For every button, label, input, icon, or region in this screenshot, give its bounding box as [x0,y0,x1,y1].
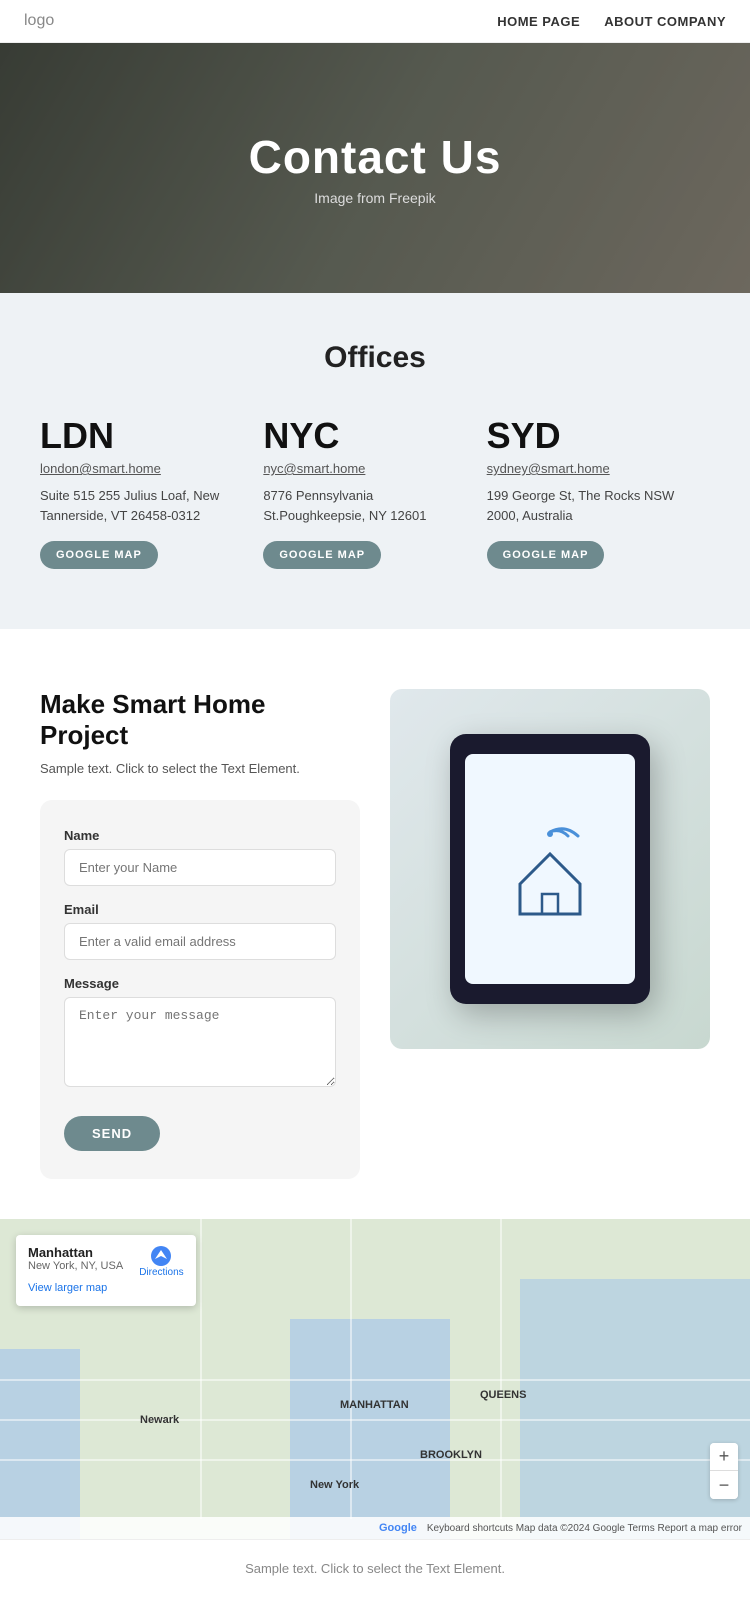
map-water-sound [520,1279,750,1539]
map-road-v1 [200,1219,202,1519]
map-popup-subtitle: New York, NY, USA [28,1260,123,1272]
google-map-btn-syd[interactable]: GOOGLE MAP [487,541,605,569]
map-zoom-controls: + − [710,1443,738,1499]
hero-sub-prefix: Image from [314,190,389,206]
name-label: Name [64,828,336,843]
name-group: Name [64,828,336,886]
send-button[interactable]: SEND [64,1116,160,1151]
office-card-syd: SYD sydney@smart.home 199 George St, The… [487,415,710,569]
directions-icon [150,1245,172,1267]
office-email-nyc[interactable]: nyc@smart.home [263,461,466,476]
nav-links: HOME PAGE ABOUT COMPANY [497,14,726,29]
map-label-newark: Newark [140,1414,179,1426]
contact-section: Make Smart Home Project Sample text. Cli… [0,629,750,1219]
hero-title: Contact Us [249,130,502,184]
footer-text: Sample text. Click to select the Text El… [245,1561,505,1576]
map-road-v3 [500,1219,502,1519]
map-water-hudson [0,1349,80,1539]
directions-area: Directions [139,1245,183,1278]
hero-subtitle: Image from Freepik [249,190,502,206]
message-group: Message [64,976,336,1092]
offices-grid: LDN london@smart.home Suite 515 255 Juli… [40,415,710,569]
message-label: Message [64,976,336,991]
map-road-v2 [350,1219,352,1519]
map-road-2 [0,1419,750,1421]
map-road-3 [0,1459,750,1461]
map-background: MANHATTAN New York BROOKLYN QUEENS Newar… [0,1219,750,1539]
name-input[interactable] [64,849,336,886]
map-water-east-river [290,1319,450,1539]
contact-image [390,689,710,1049]
contact-left: Make Smart Home Project Sample text. Cli… [40,689,360,1179]
office-address-syd: 199 George St, The Rocks NSW 2000, Austr… [487,486,690,525]
map-view-larger[interactable]: View larger map [28,1282,107,1294]
map-label-newyork: New York [310,1479,359,1491]
map-popup: Manhattan New York, NY, USA View larger … [16,1235,196,1306]
office-code-ldn: LDN [40,415,243,457]
freepik-link[interactable]: Freepik [389,190,436,206]
navbar: logo HOME PAGE ABOUT COMPANY [0,0,750,43]
office-email-syd[interactable]: sydney@smart.home [487,461,690,476]
smart-home-icon [500,814,600,924]
message-input[interactable] [64,997,336,1087]
email-input[interactable] [64,923,336,960]
map-label-manhattan: MANHATTAN [340,1399,409,1411]
contact-form-card: Name Email Message SEND [40,800,360,1179]
hero-content: Contact Us Image from Freepik [249,130,502,206]
nav-home[interactable]: HOME PAGE [497,14,580,29]
logo: logo [24,12,54,30]
contact-heading: Make Smart Home Project [40,689,360,751]
directions-label[interactable]: Directions [139,1267,183,1278]
contact-right [390,689,710,1049]
office-code-syd: SYD [487,415,690,457]
google-logo: Google [379,1522,417,1534]
map-section: MANHATTAN New York BROOKLYN QUEENS Newar… [0,1219,750,1539]
contact-description: Sample text. Click to select the Text El… [40,761,360,776]
zoom-out-button[interactable]: − [710,1471,738,1499]
tablet-device [450,734,650,1004]
email-label: Email [64,902,336,917]
office-address-nyc: 8776 Pennsylvania St.Poughkeepsie, NY 12… [263,486,466,525]
hero-section: Contact Us Image from Freepik [0,43,750,293]
office-email-ldn[interactable]: london@smart.home [40,461,243,476]
tablet-screen [465,754,635,984]
google-map-btn-ldn[interactable]: GOOGLE MAP [40,541,158,569]
offices-section: Offices LDN london@smart.home Suite 515 … [0,293,750,629]
map-road-1 [0,1379,750,1381]
nav-about[interactable]: ABOUT COMPANY [604,14,726,29]
map-popup-title: Manhattan [28,1245,123,1260]
map-label-queens: QUEENS [480,1389,526,1401]
office-code-nyc: NYC [263,415,466,457]
page-footer: Sample text. Click to select the Text El… [0,1539,750,1598]
zoom-in-button[interactable]: + [710,1443,738,1471]
map-footer-text: Keyboard shortcuts Map data ©2024 Google… [427,1523,742,1534]
office-card-nyc: NYC nyc@smart.home 8776 Pennsylvania St.… [263,415,486,569]
office-address-ldn: Suite 515 255 Julius Loaf, New Tannersid… [40,486,243,525]
office-card-ldn: LDN london@smart.home Suite 515 255 Juli… [40,415,263,569]
map-footer: Google Keyboard shortcuts Map data ©2024… [0,1517,750,1539]
offices-title: Offices [40,341,710,375]
google-map-btn-nyc[interactable]: GOOGLE MAP [263,541,381,569]
email-group: Email [64,902,336,960]
